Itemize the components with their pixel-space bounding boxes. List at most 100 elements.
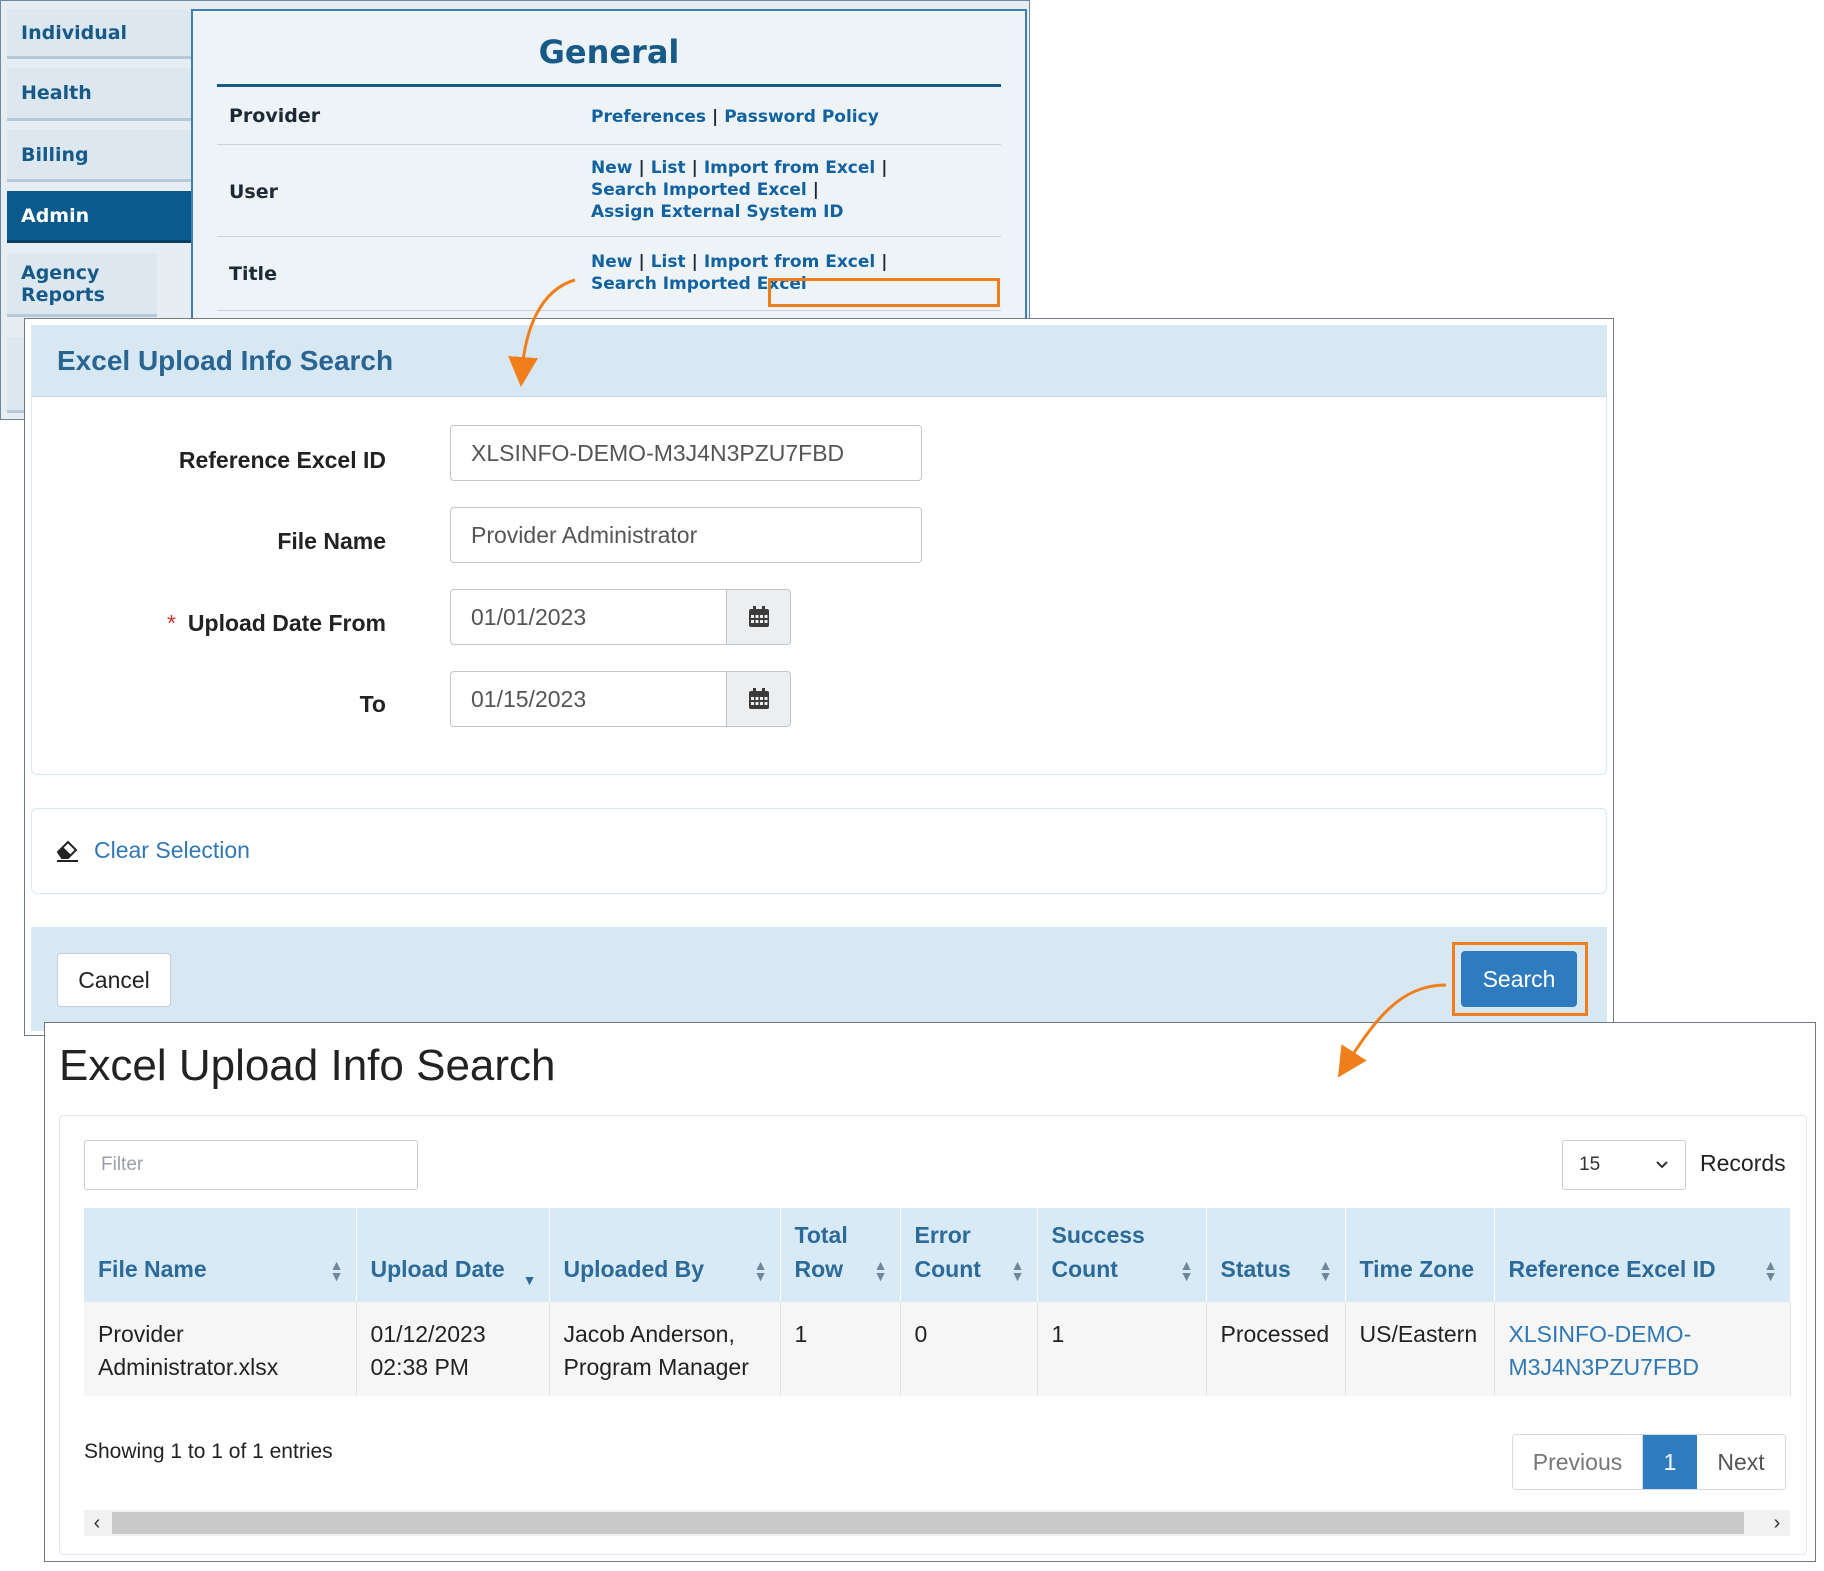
user-links: New | List | Import from Excel | Search Impor… bbox=[591, 158, 888, 222]
user-label: User bbox=[229, 181, 278, 203]
col-label: Uploaded By bbox=[563, 1256, 705, 1282]
search-button[interactable]: Search bbox=[1461, 951, 1577, 1007]
cell-line: Jacob Anderson, bbox=[563, 1321, 735, 1347]
sort-icon: ▲ ▼ bbox=[329, 1257, 344, 1284]
sidebar-item-billing[interactable]: Billing bbox=[7, 130, 191, 182]
previous-button[interactable]: Previous bbox=[1513, 1435, 1643, 1489]
cell-line: 01/12/2023 bbox=[370, 1321, 486, 1347]
col-time-zone: Time Zone bbox=[1345, 1208, 1495, 1302]
cancel-button[interactable]: Cancel bbox=[57, 953, 171, 1007]
sidebar-item-admin[interactable]: Admin bbox=[7, 191, 191, 243]
title-import-excel-link[interactable]: Import from Excel bbox=[704, 252, 875, 272]
scroll-thumb[interactable] bbox=[112, 1512, 1744, 1534]
cell-status: Processed bbox=[1206, 1302, 1346, 1396]
upload-date-to-input[interactable]: 01/15/2023 bbox=[450, 671, 727, 727]
preferences-link[interactable]: Preferences bbox=[591, 107, 706, 127]
cell-line: Provider bbox=[98, 1321, 184, 1347]
form-title: Excel Upload Info Search bbox=[57, 345, 394, 376]
user-row: User New | List | Import from Excel | Search … bbox=[217, 145, 1001, 237]
sort-icon: ▲ ▼ bbox=[1318, 1257, 1333, 1284]
col-label-line2: Count bbox=[914, 1256, 981, 1282]
next-button[interactable]: Next bbox=[1697, 1435, 1785, 1489]
sidebar-item-label: Admin bbox=[21, 204, 90, 227]
cell-total-row: 1 bbox=[780, 1302, 901, 1396]
user-import-excel-link[interactable]: Import from Excel bbox=[704, 158, 875, 178]
cell-time-zone: US/Eastern bbox=[1345, 1302, 1495, 1396]
password-policy-link[interactable]: Password Policy bbox=[724, 107, 879, 127]
cell-line: Administrator.xlsx bbox=[98, 1354, 279, 1380]
file-name-label: File Name bbox=[277, 528, 386, 554]
cell-reference-excel-id[interactable]: XLSINFO-DEMO- M3J4N3PZU7FBD bbox=[1494, 1302, 1791, 1396]
date-from-calendar-button[interactable] bbox=[727, 589, 791, 645]
reference-excel-id-label: Reference Excel ID bbox=[178, 447, 386, 473]
cell-error-count: 0 bbox=[900, 1302, 1038, 1396]
col-uploaded-by[interactable]: Uploaded By ▲ ▼ bbox=[549, 1208, 781, 1302]
sidebar-item-label: Agency Reports bbox=[21, 261, 105, 306]
col-status[interactable]: Status ▲ ▼ bbox=[1206, 1208, 1346, 1302]
sidebar-item-agency-reports[interactable]: Agency Reports bbox=[7, 253, 157, 317]
col-reference-excel-id[interactable]: Reference Excel ID ▲ ▼ bbox=[1494, 1208, 1791, 1302]
search-results-panel: Excel Upload Info Search Filter 15 Recor… bbox=[44, 1022, 1816, 1562]
col-success-count[interactable]: Success Count ▲ ▼ bbox=[1037, 1208, 1207, 1302]
sidebar-item-label: Health bbox=[21, 82, 92, 104]
user-new-link[interactable]: New bbox=[591, 158, 632, 178]
upload-date-from-input[interactable]: 01/01/2023 bbox=[450, 589, 727, 645]
cell-line: 02:38 PM bbox=[370, 1354, 469, 1380]
upload-date-to-label: To bbox=[359, 691, 386, 717]
sidebar-item-health[interactable]: Health bbox=[7, 68, 191, 121]
date-to-calendar-button[interactable] bbox=[727, 671, 791, 727]
file-name-input[interactable]: Provider Administrator bbox=[450, 507, 922, 563]
col-total-row[interactable]: Total Row ▲ ▼ bbox=[780, 1208, 901, 1302]
search-criteria: Reference Excel ID XLSINFO-DEMO-M3J4N3PZ… bbox=[31, 397, 1607, 775]
upload-date-from-text: Upload Date From bbox=[187, 610, 386, 636]
general-title: General bbox=[538, 33, 680, 71]
form-header: Excel Upload Info Search bbox=[31, 325, 1607, 397]
title-label: Title bbox=[229, 263, 277, 285]
col-file-name[interactable]: File Name ▲ ▼ bbox=[84, 1208, 357, 1302]
col-label: Reference Excel ID bbox=[1508, 1256, 1716, 1282]
cell-upload-date: 01/12/2023 02:38 PM bbox=[356, 1302, 550, 1396]
sort-icon: ▲ ▼ bbox=[753, 1257, 768, 1284]
col-label-line2: Count bbox=[1051, 1256, 1118, 1282]
user-list-link[interactable]: List bbox=[651, 158, 686, 178]
col-label-line1: Total bbox=[794, 1222, 848, 1248]
sidebar-item-individual[interactable]: Individual bbox=[7, 9, 191, 59]
scroll-right-icon[interactable]: › bbox=[1764, 1510, 1790, 1536]
filter-input[interactable]: Filter bbox=[84, 1140, 418, 1190]
col-label-line1: Error bbox=[914, 1222, 971, 1248]
clear-selection-link[interactable]: Clear Selection bbox=[94, 837, 250, 864]
title-list-link[interactable]: List bbox=[651, 252, 686, 272]
page-1-button[interactable]: 1 bbox=[1643, 1435, 1697, 1489]
table-header-row: File Name ▲ ▼ Upload Date ▼ Uploaded By ▲ ▼ T… bbox=[84, 1208, 1791, 1302]
sort-icon: ▲ ▼ bbox=[873, 1257, 888, 1284]
sort-icon: ▲ ▼ bbox=[1763, 1257, 1778, 1284]
sort-icon: ▲ ▼ bbox=[1179, 1257, 1194, 1284]
cell-line: Program Manager bbox=[563, 1354, 749, 1380]
search-imported-highlight bbox=[768, 278, 1000, 307]
reference-id-link[interactable]: M3J4N3PZU7FBD bbox=[1509, 1354, 1699, 1380]
title-new-link[interactable]: New bbox=[591, 252, 632, 272]
records-per-page-select[interactable]: 15 bbox=[1562, 1140, 1686, 1190]
results-table-container: Filter 15 Records File Name ▲ ▼ Upload Dat… bbox=[59, 1115, 1807, 1555]
col-label: Time Zone bbox=[1359, 1256, 1475, 1282]
results-table: File Name ▲ ▼ Upload Date ▼ Uploaded By ▲ ▼ T… bbox=[84, 1208, 1791, 1396]
eraser-icon bbox=[56, 840, 78, 862]
col-error-count[interactable]: Error Count ▲ ▼ bbox=[900, 1208, 1038, 1302]
provider-links: Preferences | Password Policy bbox=[591, 107, 879, 127]
user-search-imported-link[interactable]: Search Imported Excel bbox=[591, 180, 807, 200]
pagination: Previous 1 Next bbox=[1512, 1434, 1786, 1490]
col-label-line2: Row bbox=[794, 1256, 844, 1282]
col-upload-date[interactable]: Upload Date ▼ bbox=[356, 1208, 550, 1302]
reference-id-link[interactable]: XLSINFO-DEMO- bbox=[1509, 1321, 1692, 1347]
reference-excel-id-input[interactable]: XLSINFO-DEMO-M3J4N3PZU7FBD bbox=[450, 425, 922, 481]
required-asterisk: * bbox=[166, 610, 176, 636]
assign-external-id-link[interactable]: Assign External System ID bbox=[591, 202, 844, 222]
provider-label: Provider bbox=[229, 105, 321, 127]
col-label: Upload Date bbox=[370, 1256, 505, 1282]
form-actions: Cancel Search bbox=[31, 927, 1607, 1031]
col-label-line1: Success bbox=[1051, 1222, 1145, 1248]
scroll-left-icon[interactable]: ‹ bbox=[84, 1510, 110, 1536]
clear-selection-bar: Clear Selection bbox=[31, 808, 1607, 894]
col-label: Status bbox=[1220, 1256, 1291, 1282]
horizontal-scrollbar[interactable]: ‹ › bbox=[84, 1510, 1790, 1536]
